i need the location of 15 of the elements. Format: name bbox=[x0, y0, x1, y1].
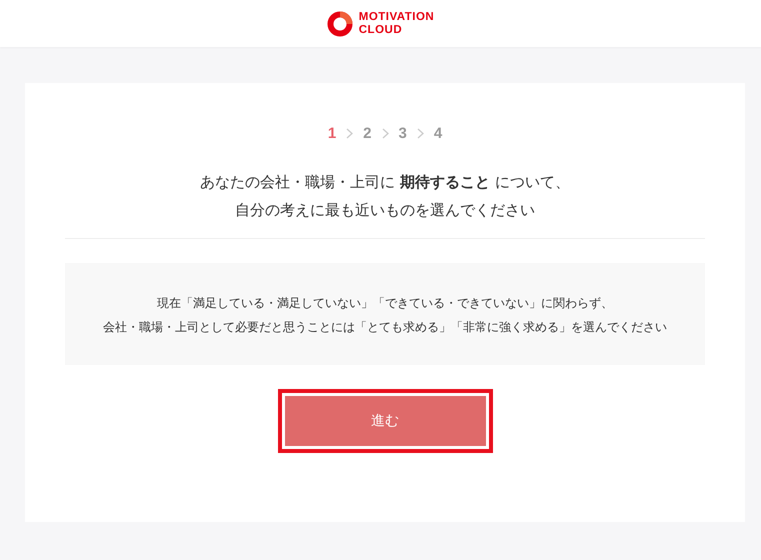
note-text: 会社・職場・上司として必要だと思うことには「とても求める」「非常に強く求める」を選んでください bbox=[102, 319, 668, 336]
logo-icon bbox=[326, 10, 353, 36]
heading-text: 自分の考えに最も近いものを選んでください bbox=[234, 200, 536, 221]
step-number: 4 bbox=[434, 125, 442, 142]
note-text: 現在「満足している・満足していない」「できている・できていない」に関わらず、 bbox=[156, 295, 614, 312]
step-number: 1 bbox=[328, 125, 336, 142]
step-number: 3 bbox=[398, 125, 407, 142]
step-number: 2 bbox=[363, 125, 372, 142]
logo-text: MOTIVATION bbox=[358, 10, 434, 24]
logo-text: CLOUD bbox=[358, 24, 404, 36]
heading-text: あなたの会社・職場・上司に 期待すること について、 bbox=[200, 172, 570, 193]
chevron-icon bbox=[346, 128, 354, 139]
next-button[interactable]: 進む bbox=[284, 396, 486, 446]
chevron-icon bbox=[416, 128, 424, 139]
chevron-icon bbox=[382, 128, 388, 139]
